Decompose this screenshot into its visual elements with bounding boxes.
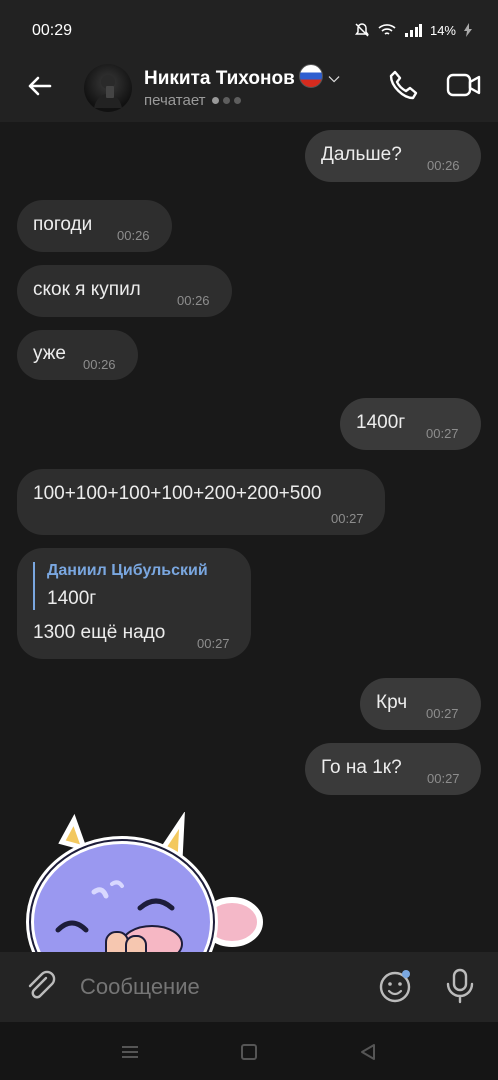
chat-header: Никита Тихонов ⌵ печатает: [0, 50, 498, 122]
message-time: 00:27: [426, 426, 459, 441]
message-text: 1400г: [356, 412, 406, 433]
reply-bar: [33, 562, 35, 610]
microphone-icon[interactable]: [442, 966, 478, 1006]
message-text: 100+100+100+100+200+200+500: [33, 483, 322, 504]
recents-menu-icon[interactable]: [118, 1040, 142, 1064]
message-text: Го на 1к?: [321, 757, 402, 778]
message-bubble-outgoing[interactable]: 1400г 00:27: [340, 398, 481, 450]
charging-icon: [464, 23, 472, 37]
message-time: 00:27: [197, 636, 230, 651]
reply-quoted-text: 1400г: [47, 588, 97, 609]
signal-icon: [404, 24, 422, 37]
message-text: погоди: [33, 214, 93, 235]
video-camera-icon[interactable]: [444, 66, 484, 104]
message-bubble-outgoing[interactable]: Крч 00:27: [360, 678, 481, 730]
mute-bell-icon: [354, 23, 369, 37]
status-icons: 14%: [354, 22, 472, 38]
message-time: 00:26: [117, 228, 150, 243]
message-input[interactable]: [80, 974, 360, 1000]
typing-dots-icon: [211, 92, 245, 109]
chevron-down-icon[interactable]: ⌵: [329, 69, 340, 86]
message-time: 00:27: [426, 706, 459, 721]
message-text: уже: [33, 343, 66, 364]
message-composer: [0, 952, 498, 1022]
message-time: 00:27: [331, 511, 364, 526]
message-text: Крч: [376, 692, 408, 713]
typing-status: печатает: [144, 92, 245, 109]
avatar[interactable]: [84, 64, 132, 112]
message-bubble-outgoing[interactable]: Го на 1к? 00:27: [305, 743, 481, 795]
sticker-message[interactable]: [22, 812, 272, 952]
wifi-icon: [378, 24, 396, 35]
message-bubble-incoming[interactable]: уже 00:26: [17, 330, 138, 380]
contact-name[interactable]: Никита Тихонов ⌵: [144, 64, 339, 90]
message-text: скок я купил: [33, 279, 141, 300]
message-time: 00:27: [427, 771, 460, 786]
paperclip-icon[interactable]: [22, 968, 58, 1004]
message-time: 00:26: [83, 357, 116, 372]
phone-icon[interactable]: [384, 66, 422, 104]
message-bubble-reply[interactable]: Даниил Цибульский 1400г 1300 ещё надо 00…: [17, 548, 251, 659]
back-triangle-icon[interactable]: [356, 1040, 380, 1064]
message-time: 00:26: [177, 293, 210, 308]
home-square-icon[interactable]: [237, 1040, 261, 1064]
system-nav-bar: [0, 1022, 498, 1080]
battery-level: 14%: [429, 22, 456, 38]
message-bubble-outgoing[interactable]: Дальше? 00:26: [305, 130, 481, 182]
message-text: 1300 ещё надо: [33, 622, 166, 643]
message-text: Дальше?: [321, 144, 402, 165]
reply-author[interactable]: Даниил Цибульский: [47, 562, 208, 580]
status-time: 00:29: [32, 22, 73, 39]
message-bubble-incoming[interactable]: 100+100+100+100+200+200+500 00:27: [17, 469, 385, 535]
message-bubble-incoming[interactable]: скок я купил 00:26: [17, 265, 232, 317]
flag-icon: [298, 64, 323, 88]
message-time: 00:26: [427, 158, 460, 173]
back-arrow-icon[interactable]: [22, 68, 58, 104]
message-bubble-incoming[interactable]: погоди 00:26: [17, 200, 172, 252]
emoji-icon[interactable]: [378, 968, 414, 1004]
